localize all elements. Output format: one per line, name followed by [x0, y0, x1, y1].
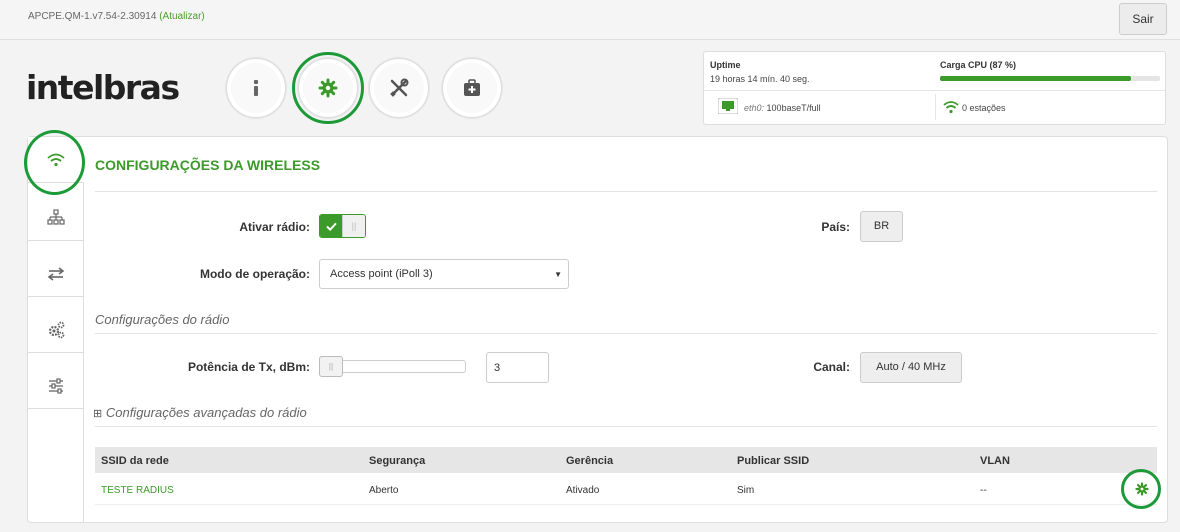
- sliders-icon: [49, 377, 63, 394]
- sidebar-item-system[interactable]: [28, 363, 84, 409]
- status-divider-vertical: [935, 94, 936, 120]
- row-management: Ativado: [566, 485, 600, 496]
- firmware-version-text: APCPE.QM-1.v7.54-2.30914: [28, 11, 157, 22]
- slider-handle[interactable]: ||: [319, 356, 343, 377]
- radio-section-divider: [95, 333, 1157, 334]
- col-ssid: SSID da rede: [101, 455, 169, 467]
- gears-icon: [48, 321, 65, 338]
- advanced-radio-label: Configurações avançadas do rádio: [105, 405, 307, 420]
- col-publish-ssid: Publicar SSID: [737, 455, 810, 467]
- sidebar-item-routing[interactable]: [28, 251, 84, 297]
- tx-power-label: Potência de Tx, dBm:: [187, 360, 310, 374]
- stations-value: 0 estações: [962, 103, 1006, 113]
- check-icon: [325, 222, 337, 231]
- radio-section-title: Configurações do rádio: [95, 312, 230, 327]
- ssid-table-header: SSID da rede Segurança Gerência Publicar…: [95, 447, 1157, 473]
- toggle-knob: ||: [342, 215, 365, 237]
- cpu-progress-fill: [940, 76, 1132, 81]
- mode-label: Modo de operação:: [199, 267, 310, 281]
- radio-label: Ativar rádio:: [239, 220, 310, 234]
- settings-highlight-ring: [292, 52, 364, 124]
- cpu-label: Carga CPU (87 %): [940, 60, 1017, 70]
- col-vlan: VLAN: [980, 455, 1010, 467]
- top-bar: APCPE.QM-1.v7.54-2.30914 (Atualizar) Sai…: [0, 0, 1180, 40]
- eth-status: eth0: 100baseT/full: [744, 103, 821, 113]
- mode-select-value: Access point (iPoll 3): [330, 268, 433, 280]
- ssid-table: SSID da rede Segurança Gerência Publicar…: [95, 447, 1157, 505]
- col-security: Segurança: [369, 455, 426, 467]
- radio-toggle[interactable]: ||: [319, 214, 366, 238]
- toggle-on-side: [320, 215, 342, 237]
- col-management: Gerência: [566, 455, 614, 467]
- toolbox-icon: [464, 79, 480, 96]
- channel-button[interactable]: Auto / 40 MHz: [860, 352, 962, 383]
- eth-name: eth0:: [744, 103, 765, 113]
- row-vlan: --: [980, 485, 987, 496]
- main-panel: CONFIGURAÇÕES DA WIRELESS Ativar rádio: …: [27, 136, 1168, 523]
- row-gear-highlight-ring: [1121, 469, 1161, 509]
- row-publish: Sim: [737, 485, 755, 496]
- info-icon: [254, 80, 258, 96]
- channel-label: Canal:: [813, 360, 850, 374]
- uptime-label: Uptime: [710, 60, 741, 70]
- row-security: Aberto: [369, 485, 399, 496]
- advanced-divider: [95, 426, 1157, 427]
- country-button[interactable]: BR: [860, 211, 903, 242]
- chevron-down-icon: ▼: [554, 270, 562, 279]
- status-panel: Uptime 19 horas 14 mín. 40 seg. Carga CP…: [703, 51, 1166, 125]
- sidebar-item-services[interactable]: [28, 307, 84, 353]
- status-divider: [704, 90, 1165, 91]
- table-row: TESTE RADIUS Aberto Ativado Sim --: [95, 473, 1157, 505]
- nav-toolbox-button[interactable]: [442, 58, 502, 118]
- nav-info-button[interactable]: [226, 58, 286, 118]
- transfer-arrows-icon: [47, 266, 65, 281]
- wireless-highlight-ring: [24, 130, 85, 195]
- advanced-radio-toggle[interactable]: ⊞ Configurações avançadas do rádio: [93, 405, 307, 420]
- mode-select[interactable]: Access point (iPoll 3) ▼: [319, 259, 569, 289]
- tx-power-input[interactable]: 3: [486, 352, 549, 383]
- ethernet-port-icon: [718, 98, 738, 114]
- cpu-progress-bar: [940, 76, 1160, 81]
- page-title: CONFIGURAÇÕES DA WIRELESS: [95, 157, 321, 173]
- tools-icon: [390, 78, 409, 97]
- logo: intelbras: [26, 68, 180, 107]
- expand-plus-icon: ⊞: [93, 408, 103, 420]
- tx-power-slider[interactable]: ||: [319, 356, 466, 377]
- sidebar-item-network[interactable]: [28, 195, 84, 241]
- update-link[interactable]: (Atualizar): [159, 11, 205, 22]
- eth-value: 100baseT/full: [766, 103, 821, 113]
- row-ssid-link[interactable]: TESTE RADIUS: [101, 485, 174, 496]
- nav-tools-button[interactable]: [369, 58, 429, 118]
- firmware-version: APCPE.QM-1.v7.54-2.30914 (Atualizar): [28, 11, 205, 22]
- wifi-stations-icon: [943, 101, 959, 114]
- network-tree-icon: [47, 208, 65, 225]
- title-divider: [95, 191, 1157, 192]
- uptime-value: 19 horas 14 mín. 40 seg.: [710, 74, 810, 84]
- logout-button[interactable]: Sair: [1119, 3, 1167, 35]
- country-label: País:: [821, 220, 850, 234]
